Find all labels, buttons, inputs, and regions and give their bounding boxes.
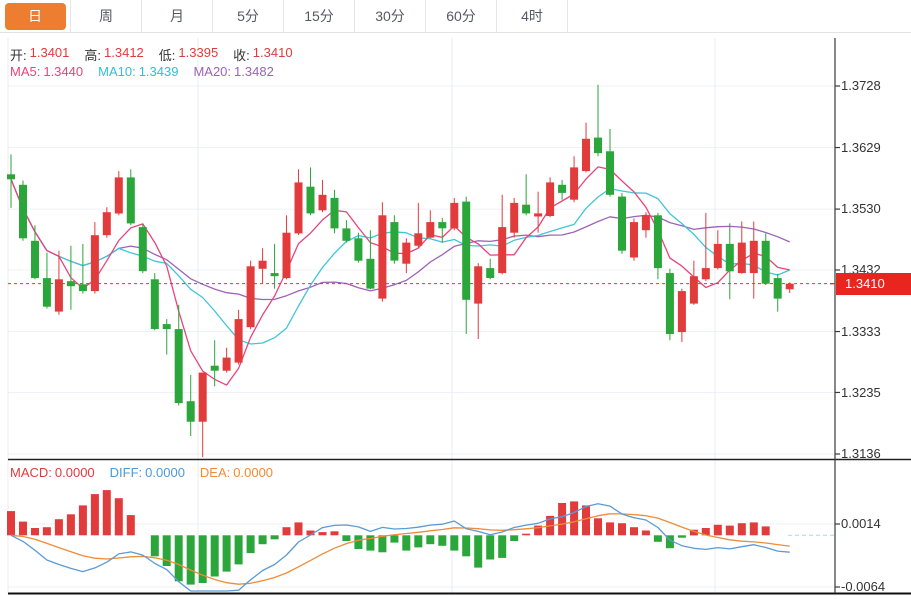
interval-tabbar: 日 周 月 5分 15分 30分 60分 4时	[0, 0, 911, 33]
price-tick-5: 1.3333	[841, 324, 909, 340]
macd-label: MACD:	[10, 465, 52, 480]
close-value: 1.3410	[253, 45, 293, 64]
tab-4hour[interactable]: 4时	[497, 0, 568, 32]
tab-30min[interactable]: 30分	[355, 0, 426, 32]
dea-value: 0.0000	[233, 465, 273, 480]
open-label: 开:	[10, 45, 27, 64]
ma5-value: 1.3440	[43, 64, 83, 79]
ma5-label: MA5:	[10, 64, 40, 79]
tab-5min-label: 5分	[218, 3, 279, 30]
tab-month[interactable]: 月	[142, 0, 213, 32]
macd-readout: MACD:0.0000 DIFF:0.0000 DEA:0.0000	[10, 465, 273, 480]
low-label: 低:	[159, 45, 176, 64]
tab-60min-label: 60分	[431, 3, 492, 30]
diff-label: DIFF:	[110, 465, 143, 480]
macd-tick-2: -0.0064	[841, 579, 909, 595]
dea-label: DEA:	[200, 465, 230, 480]
price-tick-2: 1.3629	[841, 140, 909, 156]
tab-5min[interactable]: 5分	[213, 0, 284, 32]
current-price-tag: 1.3410	[836, 273, 911, 295]
price-tick-3: 1.3530	[841, 201, 909, 217]
tab-15min-label: 15分	[289, 3, 350, 30]
price-tick-7: 1.3136	[841, 446, 909, 462]
ma10-value: 1.3439	[139, 64, 179, 79]
low-value: 1.3395	[178, 45, 218, 64]
tab-15min[interactable]: 15分	[284, 0, 355, 32]
tab-30min-label: 30分	[360, 3, 421, 30]
close-label: 收:	[233, 45, 250, 64]
tab-day-label: 日	[5, 3, 66, 30]
ohlc-readout: 开:1.3401 高:1.3412 低:1.3395 收:1.3410	[10, 45, 293, 64]
high-label: 高:	[84, 45, 101, 64]
candlestick-chart-canvas[interactable]	[0, 0, 911, 599]
tab-week[interactable]: 周	[71, 0, 142, 32]
macd-value: 0.0000	[55, 465, 95, 480]
macd-tick-1: 0.0014	[841, 516, 909, 532]
open-value: 1.3401	[30, 45, 70, 64]
tab-day[interactable]: 日	[0, 0, 71, 32]
ma20-label: MA20:	[193, 64, 231, 79]
tabbar-spacer	[568, 0, 911, 32]
tab-60min[interactable]: 60分	[426, 0, 497, 32]
price-tick-6: 1.3235	[841, 385, 909, 401]
ma-readout: MA5:1.3440 MA10:1.3439 MA20:1.3482	[10, 64, 274, 79]
price-tick-1: 1.3728	[841, 78, 909, 94]
tab-4hour-label: 4时	[502, 3, 563, 30]
ma10-label: MA10:	[98, 64, 136, 79]
tab-week-label: 周	[76, 3, 137, 30]
diff-value: 0.0000	[145, 465, 185, 480]
high-value: 1.3412	[104, 45, 144, 64]
tab-month-label: 月	[147, 3, 208, 30]
ma20-value: 1.3482	[234, 64, 274, 79]
